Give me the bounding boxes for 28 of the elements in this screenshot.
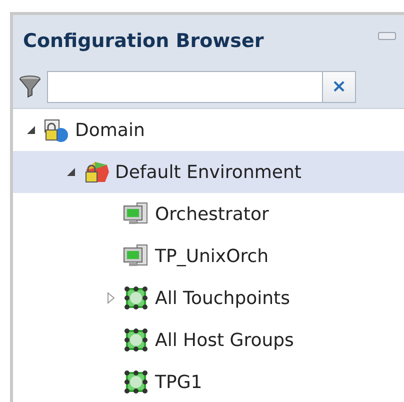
tree-item[interactable]: Domain	[13, 109, 404, 151]
folder-lock-icon	[43, 117, 69, 143]
tree-item[interactable]: All Host Groups	[13, 319, 404, 361]
collapse-arrow-icon[interactable]	[66, 166, 76, 178]
node-group-icon	[123, 285, 149, 311]
tree-item[interactable]: TPG1	[13, 361, 404, 402]
lock-house-icon	[83, 159, 109, 185]
node-group-icon	[123, 369, 149, 395]
item-label: Orchestrator	[155, 204, 269, 224]
clear-button[interactable]: ×	[322, 72, 355, 102]
expand-arrow-icon[interactable]	[106, 292, 116, 304]
node-group-icon	[123, 327, 149, 353]
filter-field[interactable]: ×	[47, 71, 356, 103]
item-label: TPG1	[155, 372, 202, 392]
item-label: All Host Groups	[155, 330, 294, 350]
item-label: Default Environment	[115, 162, 302, 182]
item-label: All Touchpoints	[155, 288, 290, 308]
tree-item[interactable]: TP_UnixOrch	[13, 235, 404, 277]
tree-item[interactable]: Orchestrator	[13, 193, 404, 235]
tree-item[interactable]: Default Environment	[13, 151, 404, 193]
computer-icon	[123, 201, 149, 227]
filter-icon[interactable]	[19, 75, 41, 99]
tree-item[interactable]: All Touchpoints	[13, 277, 404, 319]
panel-title: Configuration Browser	[23, 30, 264, 52]
collapse-arrow-icon[interactable]	[26, 124, 36, 136]
computer-icon	[123, 243, 149, 269]
item-label: TP_UnixOrch	[155, 246, 269, 266]
item-label: Domain	[75, 120, 145, 140]
